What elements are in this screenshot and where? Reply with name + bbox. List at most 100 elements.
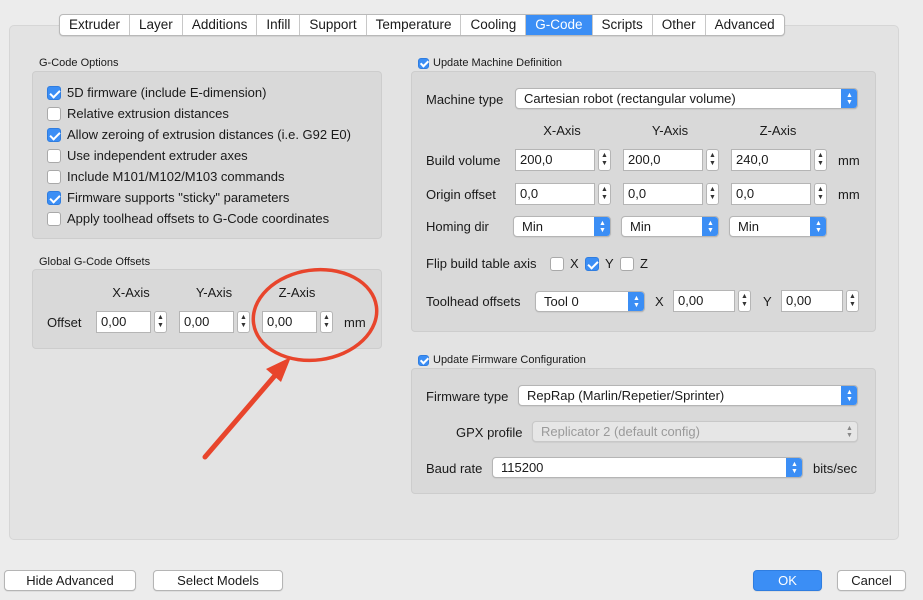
offset-z-field[interactable]: 0,00 [262,311,317,333]
stepper-up-icon: ▲ [601,152,608,159]
baud-rate-unit: bits/sec [813,461,858,476]
tab-cooling[interactable]: Cooling [461,15,527,35]
toolhead-y-field[interactable]: 0,00 [781,290,843,312]
build-volume-unit: mm [838,153,860,168]
offset-y-field[interactable]: 0,00 [179,311,234,333]
checkbox-unchecked[interactable] [47,148,61,163]
origin-offset-z-stepper[interactable]: ▲ ▼ [814,183,827,205]
flip-axis-y[interactable]: Y [585,256,614,271]
select-models-button[interactable]: Select Models [153,570,283,591]
baud-rate-label: Baud rate [426,461,483,476]
homing-dir-x-select[interactable]: Min ▲ ▼ [513,216,611,237]
offset-x-stepper[interactable]: ▲ ▼ [154,311,167,333]
homing-dir-y-select[interactable]: Min ▲ ▼ [621,216,719,237]
tab-temperature[interactable]: Temperature [367,15,462,35]
machine-type-select[interactable]: Cartesian robot (rectangular volume) ▲ ▼ [515,88,858,109]
build-y-header: Y-Axis [651,123,689,138]
stepper-down-icon: ▼ [817,194,824,201]
origin-offset-z-field[interactable]: 0,0 [731,183,811,205]
tab-infill[interactable]: Infill [257,15,301,35]
stepper-up-icon: ▲ [849,293,856,300]
offset-z-stepper[interactable]: ▲ ▼ [320,311,333,333]
tab-bar: Extruder Layer Additions Infill Support … [59,14,785,36]
origin-offset-y-stepper[interactable]: ▲ ▼ [706,183,719,205]
build-volume-y-field[interactable]: 200,0 [623,149,703,171]
chevron-updown-icon: ▲ ▼ [786,458,802,477]
tab-layer[interactable]: Layer [130,15,183,35]
option-allow-zeroing[interactable]: Allow zeroing of extrusion distances (i.… [47,127,351,142]
origin-offset-y-field[interactable]: 0,0 [623,183,703,205]
tab-scripts[interactable]: Scripts [593,15,653,35]
tab-other[interactable]: Other [653,15,706,35]
homing-dir-z-select[interactable]: Min ▲ ▼ [729,216,827,237]
checkbox-checked[interactable] [585,256,599,271]
stepper-down-icon: ▼ [601,160,608,167]
stepper-up-icon: ▲ [601,186,608,193]
checkbox-checked[interactable] [47,85,61,100]
stepper-down-icon: ▼ [741,301,748,308]
offset-x-header: X-Axis [112,285,150,300]
update-machine-definition[interactable]: Update Machine Definition [418,57,562,69]
tab-extruder[interactable]: Extruder [60,15,131,35]
tab-gcode[interactable]: G-Code [526,15,593,35]
build-volume-y-stepper[interactable]: ▲ ▼ [706,149,719,171]
checkbox-unchecked[interactable] [550,256,564,271]
stepper-down-icon: ▼ [323,322,330,329]
build-volume-x-field[interactable]: 200,0 [515,149,595,171]
checkbox-checked[interactable] [47,190,61,205]
option-toolhead-offsets[interactable]: Apply toolhead offsets to G-Code coordin… [47,211,329,226]
firmware-type-select[interactable]: RepRap (Marlin/Repetier/Sprinter) ▲ ▼ [518,385,858,406]
firmware-type-label: Firmware type [426,389,509,404]
ok-button[interactable]: OK [753,570,822,591]
build-volume-z-stepper[interactable]: ▲ ▼ [814,149,827,171]
stepper-down-icon: ▼ [709,160,716,167]
checkbox-unchecked[interactable] [47,211,61,226]
origin-offset-x-stepper[interactable]: ▲ ▼ [598,183,611,205]
checkbox-checked[interactable] [418,354,429,366]
homing-dir-label: Homing dir [426,219,489,234]
flip-axis-x[interactable]: X [550,256,579,271]
tab-support[interactable]: Support [300,15,367,35]
offset-y-header: Y-Axis [195,285,233,300]
tab-advanced[interactable]: Advanced [706,15,784,35]
tab-additions[interactable]: Additions [183,15,258,35]
option-independent-axes[interactable]: Use independent extruder axes [47,148,248,163]
offsets-group [32,269,382,349]
update-firmware-configuration[interactable]: Update Firmware Configuration [418,354,586,366]
gpx-profile-select[interactable]: Replicator 2 (default config) ▲ ▼ [532,421,858,442]
checkbox-checked[interactable] [418,57,429,69]
tool-select[interactable]: Tool 0 ▲ ▼ [535,291,645,312]
checkbox-checked[interactable] [47,127,61,142]
checkbox-unchecked[interactable] [47,106,61,121]
hide-advanced-button[interactable]: Hide Advanced [4,570,136,591]
toolhead-y-stepper[interactable]: ▲ ▼ [846,290,859,312]
chevron-updown-icon: ▲ ▼ [841,386,857,405]
option-5d-firmware[interactable]: 5D firmware (include E-dimension) [47,85,266,100]
option-m101-commands[interactable]: Include M101/M102/M103 commands [47,169,285,184]
checkbox-unchecked[interactable] [47,169,61,184]
origin-offset-x-field[interactable]: 0,0 [515,183,595,205]
chevron-updown-icon: ▲ ▼ [628,292,644,311]
flip-axis-z[interactable]: Z [620,256,648,271]
stepper-down-icon: ▼ [709,194,716,201]
build-volume-x-stepper[interactable]: ▲ ▼ [598,149,611,171]
checkbox-unchecked[interactable] [620,256,634,271]
toolhead-x-stepper[interactable]: ▲ ▼ [738,290,751,312]
stepper-up-icon: ▲ [817,186,824,193]
build-volume-z-field[interactable]: 240,0 [731,149,811,171]
stepper-up-icon: ▲ [709,152,716,159]
option-sticky-parameters[interactable]: Firmware supports "sticky" parameters [47,190,289,205]
baud-rate-select[interactable]: 115200 ▲ ▼ [492,457,803,478]
toolhead-x-field[interactable]: 0,00 [673,290,735,312]
toolhead-y-label: Y [763,294,772,309]
option-relative-extrusion[interactable]: Relative extrusion distances [47,106,229,121]
offset-y-stepper[interactable]: ▲ ▼ [237,311,250,333]
stepper-down-icon: ▼ [157,322,164,329]
stepper-up-icon: ▲ [709,186,716,193]
offset-x-field[interactable]: 0,00 [96,311,151,333]
build-x-header: X-Axis [543,123,581,138]
chevron-updown-icon: ▲ ▼ [702,217,718,236]
gpx-profile-label: GPX profile [456,425,523,440]
cancel-button[interactable]: Cancel [837,570,906,591]
offsets-title: Global G-Code Offsets [39,256,151,268]
